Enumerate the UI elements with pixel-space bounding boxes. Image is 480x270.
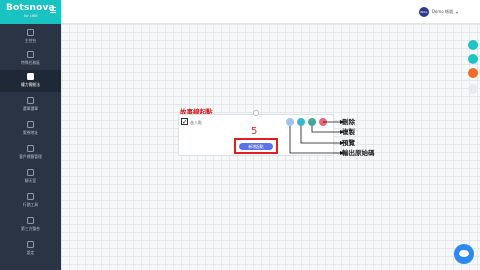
search-icon [27,51,34,58]
lock-icon[interactable] [468,84,478,94]
copy-label: 複製 [342,128,355,136]
sidebar-item-label: 主控台 [24,38,37,43]
sidebar-item-chat[interactable]: 聊天室 [0,166,61,188]
sidebar-item-label: 客戶標籤管理 [19,154,42,159]
user-name: Demo 帳號 [431,9,453,14]
sidebar-item-story[interactable]: 權力實能法 [0,70,61,92]
top-bar: Botsnova for LINE Bots Demo 帳號 ▾ [0,0,480,24]
sidebar-item-label: 選單選單 [22,106,39,111]
story-icon [27,73,34,80]
users-icon [27,145,34,152]
dashboard-icon [27,29,34,36]
chat-icon [27,169,34,176]
checkbox-icon[interactable]: ✓ [181,118,188,126]
add-start-label: 新增起點 [248,144,264,149]
sidebar-item-special-tasks[interactable]: 特殊任務區 [0,48,61,70]
gear-icon [27,241,34,248]
add-start-button[interactable]: 新增起點 [239,143,273,150]
zoom-out-icon[interactable] [468,54,478,64]
sidebar-item-label: 權力實能法 [21,82,40,87]
zoom-in-icon[interactable] [468,40,478,50]
sidebar-item-tv[interactable]: 電視地址 [0,118,61,140]
chevron-down-icon[interactable]: ▾ [456,10,458,15]
sidebar-item-label: 第三方整合 [21,226,40,231]
preview-icon[interactable] [308,118,316,126]
hamburger-menu-icon[interactable] [50,7,56,13]
marketing-icon [27,193,34,200]
brand-logo: Botsnova [6,3,55,13]
brand[interactable]: Botsnova for LINE [0,0,61,24]
tv-icon [27,121,34,128]
reset-icon[interactable] [468,68,478,78]
brand-subtitle: for LINE [24,14,38,18]
sidebar-item-tags[interactable]: 客戶標籤管理 [0,142,61,164]
sidebar-item-label: 電視地址 [22,130,39,135]
sidebar-item-label: 設定 [26,250,35,255]
sidebar-item-marketing[interactable]: 行銷工具 [0,190,61,212]
code-label: 輸出原始碼 [342,149,375,157]
sidebar-item-label: 行銷工具 [22,202,39,207]
preview-label: 預覽 [342,139,355,147]
sidebar-item-label: 特殊任務區 [21,60,40,65]
delete-icon[interactable] [286,118,294,126]
copy-icon[interactable] [297,118,305,126]
sidebar-item-label: 聊天室 [24,178,37,183]
sidebar-item-menu[interactable]: 選單選單 [0,94,61,116]
node-handle[interactable] [253,110,259,116]
messenger-icon[interactable] [454,244,474,264]
code-icon[interactable] [319,118,327,126]
sidebar-item-settings[interactable]: 設定 [0,238,61,260]
sidebar-item-integrations[interactable]: 第三方整合 [0,214,61,236]
menu-icon [27,97,34,104]
user-menu[interactable]: Bots Demo 帳號 ▾ [418,6,458,18]
avatar: Bots [418,7,429,17]
node-label: 進入點 [190,120,202,125]
plug-icon [27,217,34,224]
step-number: 5 [251,126,258,137]
sidebar: 主控台 特殊任務區 權力實能法 選單選單 電視地址 客戶標籤管理 聊天室 行銷工… [0,24,61,270]
delete-label: 刪除 [342,118,355,126]
sidebar-item-dashboard[interactable]: 主控台 [0,26,61,48]
